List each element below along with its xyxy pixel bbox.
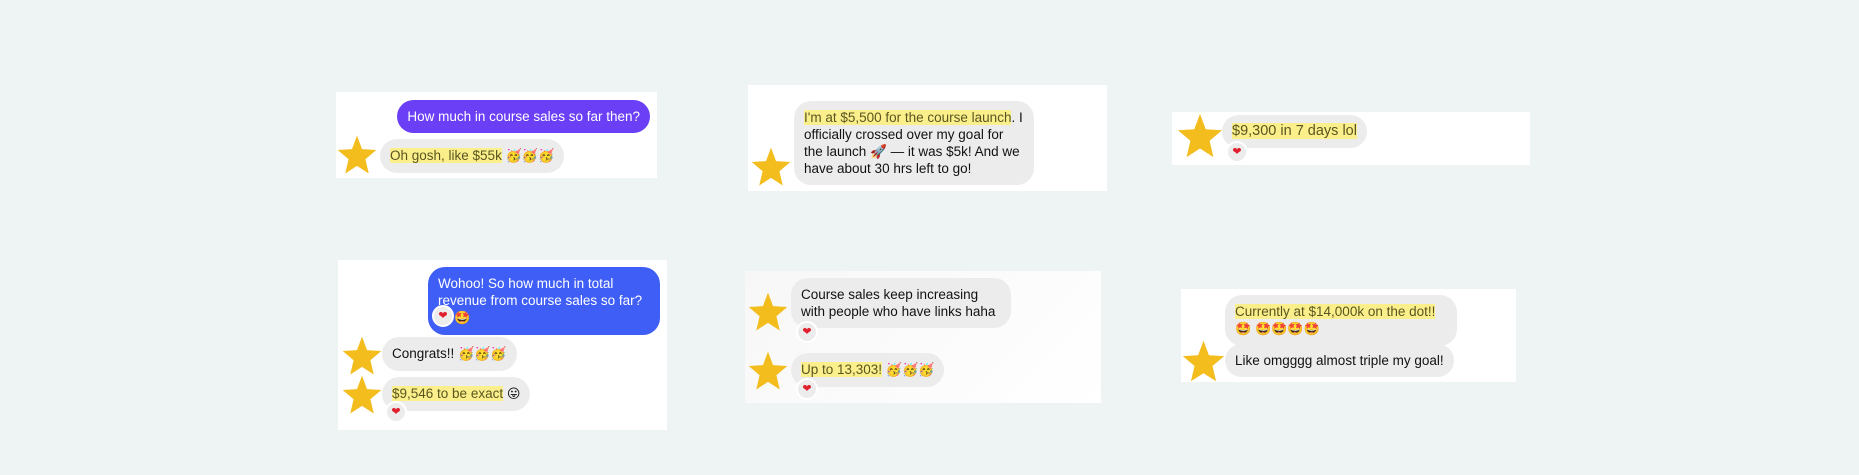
highlighted-text: I'm at $5,500 for the course launch bbox=[804, 110, 1012, 125]
emoji: 🤩 bbox=[1235, 322, 1252, 337]
heart-icon: ❤ bbox=[432, 305, 454, 327]
message-text: How much in course sales so far then? bbox=[407, 109, 640, 124]
star-icon bbox=[750, 146, 792, 188]
chat-card-3: $9,300 in 7 days lol ❤ bbox=[1172, 112, 1530, 165]
heart-icon: ❤ bbox=[385, 401, 407, 423]
message-text: Course sales keep increasing with people… bbox=[801, 287, 996, 319]
sent-message: Wohoo! So how much in total revenue from… bbox=[428, 267, 660, 335]
heart-icon: ❤ bbox=[796, 321, 818, 343]
received-message: Currently at $14,000k on the dot!! 🤩 🤩🤩🤩… bbox=[1225, 295, 1457, 346]
highlighted-text: Currently at $14,000k on the dot!! bbox=[1235, 304, 1436, 319]
emoji: 🥳🥳🥳 bbox=[885, 363, 935, 378]
chat-card-5: Course sales keep increasing with people… bbox=[745, 271, 1101, 403]
heart-icon: ❤ bbox=[796, 378, 818, 400]
chat-card-2: I'm at $5,500 for the course launch. I o… bbox=[748, 85, 1107, 191]
heart-glyph: ❤ bbox=[802, 382, 812, 395]
star-icon bbox=[747, 291, 789, 333]
star-icon bbox=[336, 134, 378, 176]
received-message: Course sales keep increasing with people… bbox=[791, 278, 1011, 328]
star-icon bbox=[1176, 112, 1224, 160]
chat-card-1: How much in course sales so far then? Oh… bbox=[336, 92, 657, 178]
received-message: Congrats!! 🥳🥳🥳 bbox=[382, 337, 517, 371]
received-message: Oh gosh, like $55k 🥳🥳🥳 bbox=[380, 139, 565, 173]
heart-glyph: ❤ bbox=[438, 309, 448, 322]
chat-card-6: Currently at $14,000k on the dot!! 🤩 🤩🤩🤩… bbox=[1181, 289, 1516, 382]
message-text: Like omgggg almost triple my goal! bbox=[1235, 353, 1444, 368]
message-text: Congrats!! bbox=[392, 346, 455, 361]
emoji: 🥳🥳🥳 bbox=[505, 149, 555, 164]
star-icon bbox=[747, 350, 789, 392]
highlighted-text: $9,300 in 7 days lol bbox=[1232, 123, 1357, 139]
received-message: Like omgggg almost triple my goal! bbox=[1225, 344, 1454, 377]
heart-glyph: ❤ bbox=[802, 325, 812, 338]
sent-message: How much in course sales so far then? bbox=[397, 100, 650, 133]
star-icon bbox=[341, 374, 383, 416]
message-text: Wohoo! So how much in total revenue from… bbox=[438, 276, 643, 308]
heart-icon: ❤ bbox=[1226, 141, 1248, 163]
heart-glyph: ❤ bbox=[391, 405, 401, 418]
received-message: I'm at $5,500 for the course launch. I o… bbox=[794, 101, 1034, 185]
highlighted-text: Oh gosh, like $55k bbox=[390, 148, 502, 163]
heart-glyph: ❤ bbox=[1232, 145, 1242, 158]
chat-card-4: Wohoo! So how much in total revenue from… bbox=[338, 260, 667, 430]
highlighted-text: Up to 13,303! bbox=[801, 362, 883, 377]
emoji: 🤩🤩🤩🤩 bbox=[1254, 322, 1320, 337]
emoji: 🥳🥳🥳 bbox=[458, 347, 507, 362]
star-icon bbox=[1181, 339, 1226, 384]
highlighted-text: $9,546 to be exact bbox=[392, 386, 504, 401]
emoji: 😛 bbox=[506, 387, 521, 402]
star-icon bbox=[341, 335, 383, 377]
